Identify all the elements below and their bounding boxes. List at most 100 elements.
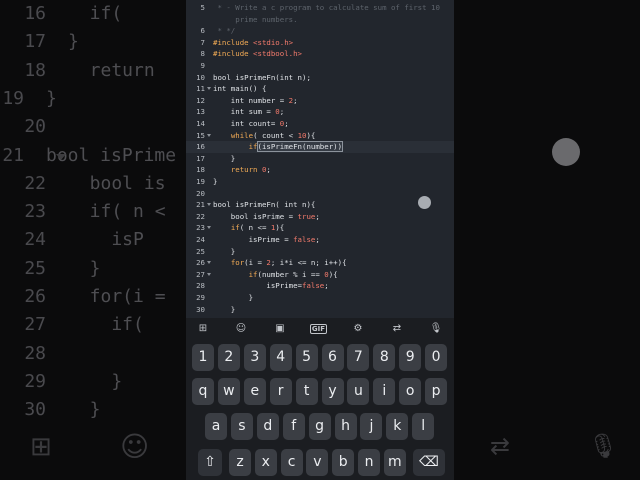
key-2[interactable]: 2 [217, 344, 240, 371]
code-token: int number = [213, 95, 289, 105]
background-line-number: 22 [24, 172, 46, 194]
line-code: isPrime = false; [213, 234, 320, 246]
line-number: 6 [200, 26, 205, 36]
key-9[interactable]: 9 [399, 344, 422, 371]
editor-line: 10 bool isPrimeFn(int n); [186, 72, 454, 84]
line-code: prime numbers. [213, 14, 297, 26]
line-code: } [213, 304, 235, 316]
line-code: } [213, 176, 217, 188]
key-3[interactable]: 3 [243, 344, 266, 371]
line-code: return 0; [213, 164, 271, 176]
background-code-line: 17} [0, 28, 190, 56]
key-j[interactable]: j [360, 413, 383, 440]
key-i[interactable]: i [373, 378, 396, 405]
key-4[interactable]: 4 [269, 344, 292, 371]
settings-gear-icon[interactable]: ⚙ [347, 321, 369, 337]
editor-line: 22 bool isPrime = true; [186, 211, 454, 223]
editor-line: 24 isPrime = false; [186, 234, 454, 246]
code-token: * */ [213, 26, 236, 36]
code-editor[interactable]: 5 * - Write a c program to calculate sum… [186, 0, 454, 318]
background-code-line: 24 isP [0, 226, 190, 254]
fold-arrow-icon[interactable] [207, 203, 211, 207]
key-6[interactable]: 6 [321, 344, 344, 371]
editor-scroll-handle[interactable] [418, 196, 431, 209]
key-e[interactable]: e [243, 378, 266, 405]
key-b[interactable]: b [332, 449, 355, 476]
background-line-number: 30 [24, 399, 46, 421]
shift-key[interactable]: ⇧ [198, 449, 222, 476]
sticker-icon[interactable]: ▣ [269, 321, 291, 337]
key-m[interactable]: m [383, 449, 406, 476]
key-k[interactable]: k [386, 413, 409, 440]
code-token: <stdio.h> [253, 37, 294, 47]
microphone-icon[interactable]: 🎙 [425, 321, 447, 337]
key-1[interactable]: 1 [192, 344, 214, 371]
code-token: #include [213, 49, 254, 59]
key-f[interactable]: f [282, 413, 305, 440]
code-token: if [248, 269, 258, 279]
editor-line: 20 [186, 188, 454, 200]
key-0[interactable]: 0 [425, 344, 448, 371]
background-scroll-indicator [552, 138, 580, 166]
line-code: #include <stdbool.h> [213, 48, 302, 60]
code-token: if [248, 142, 258, 152]
key-y[interactable]: y [321, 378, 344, 405]
key-s[interactable]: s [230, 413, 253, 440]
key-n[interactable]: n [358, 449, 380, 476]
fold-arrow-icon[interactable] [207, 133, 211, 137]
fold-arrow-icon[interactable] [207, 261, 211, 265]
code-token: <stdbool.h> [253, 49, 302, 59]
code-token: } [213, 293, 254, 302]
gif-icon[interactable]: GIF [310, 324, 327, 334]
editor-line: 15 while( count < 10){ [186, 130, 454, 142]
backspace-key[interactable]: ⌫ [413, 449, 445, 476]
key-w[interactable]: w [217, 378, 240, 405]
key-5[interactable]: 5 [295, 344, 318, 371]
key-q[interactable]: q [192, 378, 214, 405]
code-token: (i = [244, 258, 267, 268]
editor-line: 5 * - Write a c program to calculate sum… [186, 2, 454, 14]
line-number: 16 [196, 142, 205, 152]
key-o[interactable]: o [399, 378, 422, 405]
key-r[interactable]: r [269, 378, 292, 405]
key-t[interactable]: t [295, 378, 318, 405]
key-8[interactable]: 8 [373, 344, 396, 371]
emoji-icon[interactable]: ☺ [230, 321, 252, 337]
editor-line: 30 } [186, 304, 454, 316]
apps-grid-icon[interactable]: ⊞ [192, 321, 214, 337]
key-x[interactable]: x [254, 449, 277, 476]
code-token: if [230, 223, 240, 233]
code-token: ; [293, 95, 298, 105]
editor-line: 19} [186, 176, 454, 188]
key-u[interactable]: u [347, 378, 370, 405]
key-z[interactable]: z [229, 449, 251, 476]
editor-line: 8 #include <stdbool.h> [186, 48, 454, 60]
background-line-number: 23 [24, 201, 46, 223]
key-g[interactable]: g [308, 413, 331, 440]
key-c[interactable]: c [280, 449, 303, 476]
key-v[interactable]: v [306, 449, 329, 476]
fold-arrow-icon[interactable] [207, 87, 211, 91]
background-line-text: if( n < [68, 201, 166, 223]
line-number: 26 [196, 258, 205, 268]
translate-icon[interactable]: ⇄ [386, 321, 408, 337]
code-token: ; [284, 119, 289, 128]
editor-line: 14 int count= 0; [186, 118, 454, 130]
key-a[interactable]: a [205, 413, 227, 440]
key-h[interactable]: h [334, 413, 357, 440]
fold-arrow-icon[interactable] [207, 226, 211, 230]
key-p[interactable]: p [425, 378, 448, 405]
line-number: 22 [196, 211, 205, 221]
key-d[interactable]: d [256, 413, 279, 440]
code-token: ; [315, 235, 320, 244]
fold-arrow-icon[interactable] [207, 272, 211, 276]
line-number: 12 [196, 95, 205, 105]
code-token: bool isPrime = [213, 211, 298, 221]
background-code-line: 18 return [0, 57, 190, 85]
key-7[interactable]: 7 [347, 344, 370, 371]
code-token: ; [279, 107, 285, 117]
key-l[interactable]: l [412, 413, 435, 440]
line-number: 30 [196, 304, 205, 314]
